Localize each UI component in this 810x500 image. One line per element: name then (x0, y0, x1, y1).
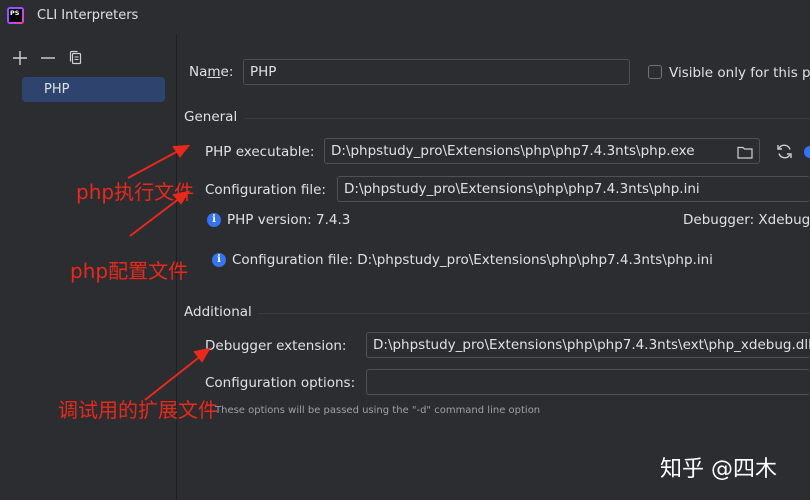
arrow-exe (127, 149, 181, 179)
watermark: 知乎 @四木 (660, 457, 777, 482)
annotation-arrows (127, 144, 212, 401)
annotation-php-config: php配置文件 (70, 259, 189, 283)
arrow-exe-head (172, 144, 191, 158)
annotation-php-exe: php执行文件 (76, 180, 195, 204)
annotation-debug-ext: 调试用的扩展文件 (58, 398, 218, 422)
